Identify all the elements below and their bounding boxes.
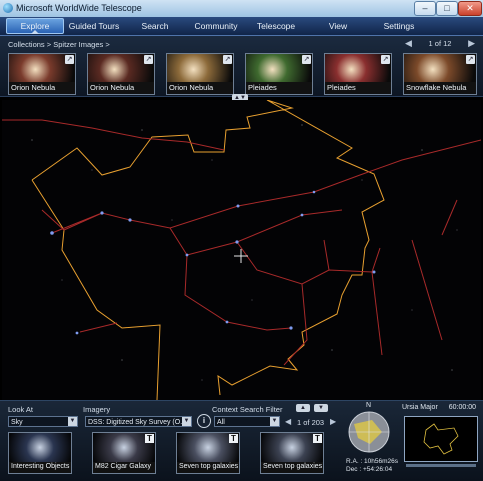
tab-telescope[interactable]: Telescope: [250, 19, 302, 33]
compass-widget[interactable]: N R.A. : 10h56m26s Dec : +54:26:04: [342, 402, 399, 476]
breadcrumb[interactable]: Collections > Spitzer Images >: [8, 40, 110, 49]
info-button[interactable]: i: [197, 414, 211, 428]
result-thumbnail[interactable]: T M82 Cigar Galaxy: [92, 432, 156, 474]
sky-view[interactable]: [2, 99, 482, 401]
collection-thumbnail[interactable]: ↗ Orion Nebula: [8, 53, 76, 95]
look-at-label: Look At: [8, 405, 34, 414]
scroll-down-button[interactable]: ▼: [314, 404, 328, 412]
minimap-view: [404, 416, 478, 467]
info-icon[interactable]: ↗: [65, 55, 74, 64]
wwt-app-icon: [3, 3, 13, 13]
thumbnail-caption: Orion Nebula: [169, 83, 214, 92]
collection-thumbnail[interactable]: ↗ Snowflake Nebula: [403, 53, 477, 95]
page-count: 1 of 12: [428, 39, 452, 48]
look-at-dropdown[interactable]: Sky ▼: [8, 416, 78, 427]
chevron-down-icon: ▼: [270, 417, 279, 426]
context-filter-value: All: [217, 419, 225, 426]
tab-community[interactable]: Community: [188, 19, 244, 33]
tab-guided-tours[interactable]: Guided Tours: [66, 19, 122, 33]
context-search-label: Context Search Filter: [212, 405, 283, 414]
ra-readout: R.A. : 10h56m26s: [346, 458, 399, 465]
tab-view[interactable]: View: [318, 19, 358, 33]
field-of-view: 60:00:00: [448, 404, 476, 411]
imagery-value: DSS: Digitized Sky Survey (O...: [88, 419, 187, 426]
tour-icon: T: [229, 434, 238, 443]
info-icon[interactable]: ↗: [381, 55, 390, 64]
result-page-count: 1 of 203: [297, 418, 325, 427]
chevron-down-icon: ▼: [182, 417, 191, 426]
info-icon[interactable]: ↗: [466, 55, 475, 64]
active-tab-indicator: [31, 30, 39, 34]
imagery-label: Imagery: [83, 405, 111, 414]
maximize-button[interactable]: □: [436, 1, 458, 16]
sky-map: [2, 99, 482, 401]
crosshair-icon: [234, 249, 248, 263]
thumbnail-caption: Orion Nebula: [11, 83, 56, 92]
thumbnail-caption: Snowflake Nebula: [406, 83, 467, 92]
title-bar: Microsoft WorldWide Telescope – □ ✕: [0, 0, 483, 18]
info-icon[interactable]: ↗: [223, 55, 232, 64]
prev-page-button[interactable]: ◀: [405, 38, 412, 49]
constellation-lines: [2, 119, 482, 366]
context-filter-dropdown[interactable]: All ▼: [214, 416, 280, 427]
thumbnail-caption: M82 Cigar Galaxy: [95, 463, 152, 470]
thumbnail-caption: Orion Nebula: [90, 83, 135, 92]
constellation-minimap[interactable]: Ursia Major 60:00:00: [402, 404, 480, 478]
result-next-button[interactable]: ▶: [330, 417, 336, 426]
close-button[interactable]: ✕: [458, 1, 482, 16]
imagery-dropdown[interactable]: DSS: Digitized Sky Survey (O... ▼: [85, 416, 192, 427]
result-thumbnail[interactable]: T Seven top galaxies: [260, 432, 324, 474]
thumbnail-caption: Interesting Objects: [11, 463, 70, 470]
info-icon[interactable]: ↗: [144, 55, 153, 64]
look-at-value: Sky: [11, 419, 23, 426]
dec-readout: Dec : +54:26:04: [346, 466, 393, 473]
thumbnail-caption: Pleiades: [248, 83, 277, 92]
chevron-down-icon: ▼: [68, 417, 77, 426]
next-page-button[interactable]: ▶: [468, 38, 475, 49]
collection-pager: ◀ 1 of 12 ▶: [405, 38, 475, 50]
globe-icon: [348, 411, 390, 453]
tab-search[interactable]: Search: [130, 19, 180, 33]
thumbnail-caption: Pleiades: [327, 83, 356, 92]
result-thumbnail[interactable]: Interesting Objects: [8, 432, 72, 474]
tour-icon: T: [313, 434, 322, 443]
collection-thumbnail[interactable]: ↗ Orion Nebula: [166, 53, 234, 95]
info-icon[interactable]: ↗: [302, 55, 311, 64]
constellation-name: Ursia Major: [402, 404, 438, 411]
tab-settings[interactable]: Settings: [376, 19, 422, 33]
window-title: Microsoft WorldWide Telescope: [16, 3, 142, 13]
thumbnail-caption: Seven top galaxies: [263, 463, 323, 470]
collection-thumbnail[interactable]: ↗ Pleiades: [324, 53, 392, 95]
thumbnail-image: [9, 433, 71, 462]
result-prev-button[interactable]: ◀: [285, 417, 291, 426]
minimize-button[interactable]: –: [414, 1, 436, 16]
thumbnail-caption: Seven top galaxies: [179, 463, 239, 470]
collection-thumbnail[interactable]: ↗ Pleiades: [245, 53, 313, 95]
north-label: N: [366, 402, 372, 409]
tab-explore[interactable]: Explore: [6, 18, 64, 34]
scroll-up-button[interactable]: ▲: [296, 404, 310, 412]
tour-icon: T: [145, 434, 154, 443]
main-menu: Explore Guided Tours Search Community Te…: [0, 17, 483, 36]
collection-thumbnail[interactable]: ↗ Orion Nebula: [87, 53, 155, 95]
result-thumbnail[interactable]: T Seven top galaxies: [176, 432, 240, 474]
